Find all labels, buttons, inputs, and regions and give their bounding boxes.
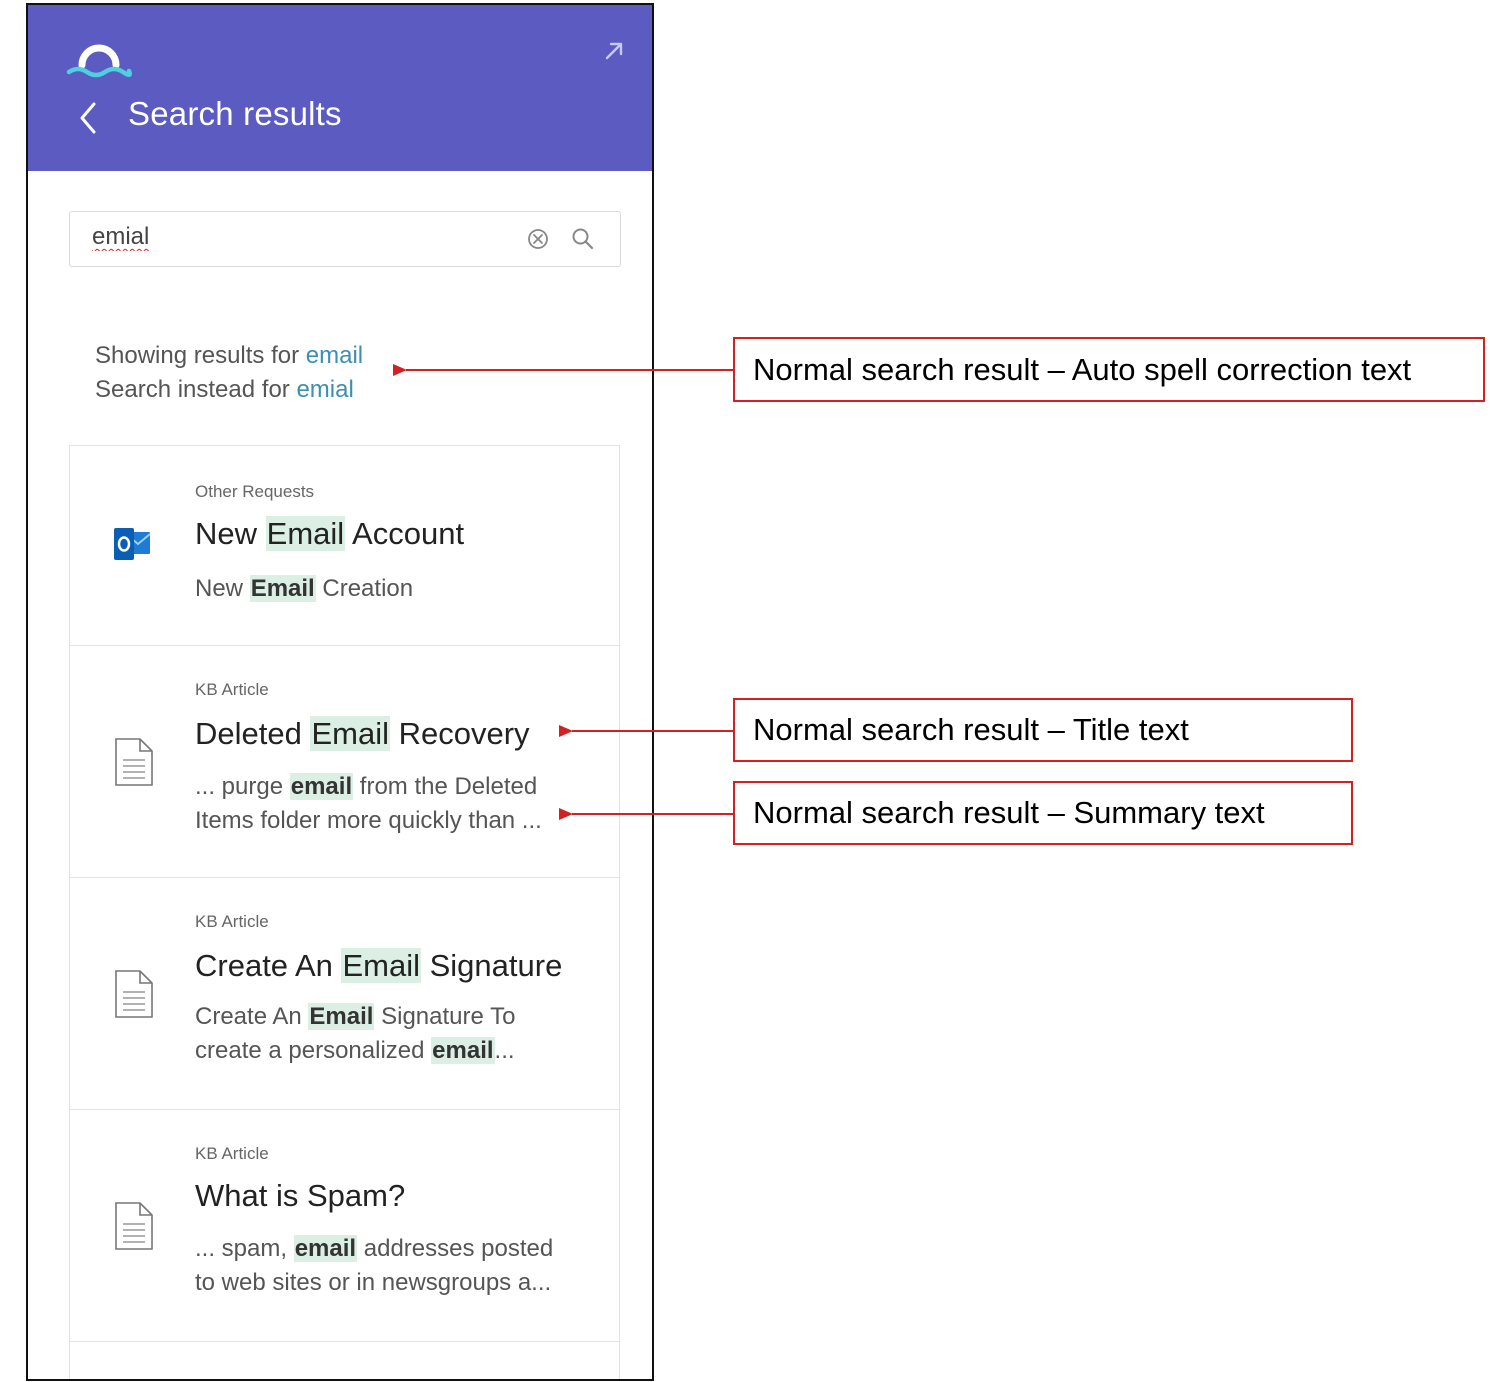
result-summary: ... purge email from the Deleted Items f…	[195, 773, 542, 834]
outlook-icon	[114, 528, 151, 560]
corrected-term-link[interactable]: email	[306, 342, 363, 369]
document-icon	[115, 738, 153, 786]
search-panel: Search results Showing results for email…	[26, 3, 654, 1381]
search-input[interactable]	[92, 223, 492, 251]
result-card[interactable]: KB Article Deleted Email Recovery ... pu…	[69, 645, 620, 877]
results-list: Other Requests New Email Account New Ema…	[69, 445, 620, 1379]
result-category: KB Article	[195, 680, 269, 699]
result-summary: New Email Creation	[195, 575, 414, 602]
document-icon	[115, 1202, 153, 1250]
annotation-summary-text: Normal search result – Summary text	[733, 781, 1353, 845]
annotation-spell-correction: Normal search result – Auto spell correc…	[733, 337, 1485, 402]
result-card[interactable]: KB Article Create An Email Signature Cre…	[69, 877, 620, 1109]
page: Search results Showing results for email…	[0, 0, 1510, 1382]
result-card[interactable]: KB Article What is Spam? ... spam, email…	[69, 1109, 620, 1341]
annotation-title-text: Normal search result – Title text	[733, 698, 1353, 762]
result-card[interactable]	[69, 1341, 620, 1379]
result-card[interactable]: Other Requests New Email Account New Ema…	[69, 445, 620, 645]
search-instead-line: Search instead for emial	[95, 373, 363, 407]
original-term-link[interactable]: emial	[296, 376, 353, 403]
result-title[interactable]: Create An Email Signature	[195, 948, 562, 984]
panel-header: Search results	[28, 5, 652, 171]
app-logo-icon	[66, 44, 132, 78]
result-summary: Create An Email Signature To create a pe…	[195, 1003, 516, 1064]
document-icon	[115, 970, 153, 1018]
result-summary: ... spam, email addresses posted to web …	[195, 1235, 554, 1296]
result-title[interactable]: New Email Account	[195, 516, 464, 552]
result-title[interactable]: What is Spam?	[195, 1178, 405, 1214]
clear-search-icon[interactable]	[526, 227, 550, 251]
result-category: KB Article	[195, 912, 269, 931]
search-bar[interactable]	[69, 211, 621, 267]
result-title[interactable]: Deleted Email Recovery	[195, 716, 530, 752]
result-category: KB Article	[195, 1144, 269, 1163]
page-title: Search results	[128, 95, 342, 132]
back-chevron-icon[interactable]	[74, 98, 102, 138]
result-category: Other Requests	[195, 482, 315, 501]
search-instead-label: Search instead for	[95, 376, 290, 403]
popout-arrow-icon[interactable]	[602, 39, 626, 63]
spell-correction: Showing results for email Search instead…	[95, 339, 363, 407]
showing-results-line: Showing results for email	[95, 339, 363, 373]
search-icon[interactable]	[570, 226, 596, 252]
showing-results-label: Showing results for	[95, 342, 300, 369]
